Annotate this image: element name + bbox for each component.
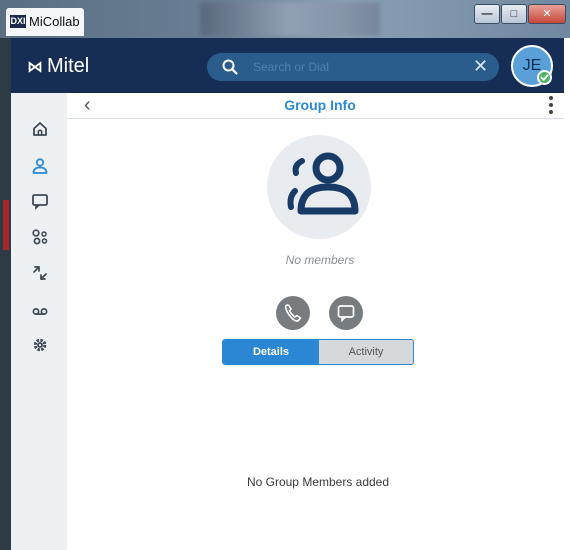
back-button[interactable]: ‹ (84, 94, 91, 117)
group-people-icon (287, 152, 359, 215)
groups-icon[interactable] (31, 228, 49, 246)
search-icon (222, 59, 238, 75)
voicemail-icon[interactable] (31, 302, 49, 320)
settings-icon[interactable] (31, 336, 49, 354)
app-header: ⋈ Mitel Search or Dial ✕ JE (11, 38, 564, 93)
message-group-button[interactable] (329, 296, 363, 330)
header-divider (67, 118, 564, 119)
clear-search-button[interactable]: ✕ (473, 56, 488, 77)
close-icon: ✕ (542, 8, 552, 20)
phone-icon (284, 304, 302, 322)
window-title-tab[interactable]: DXI MiCollab (6, 8, 84, 36)
close-window-button[interactable]: ✕ (528, 4, 566, 24)
search-bar[interactable]: Search or Dial ✕ (207, 53, 499, 81)
members-status: No members (285, 253, 355, 267)
chat-bubble-icon (337, 305, 355, 323)
maximize-icon: □ (510, 8, 518, 20)
tab-details[interactable]: Details (223, 340, 319, 364)
contacts-icon[interactable] (31, 157, 49, 175)
maximize-button[interactable]: □ (501, 4, 527, 24)
tab-activity[interactable]: Activity (319, 340, 413, 364)
mitel-logo-mark-icon: ⋈ (27, 59, 43, 76)
call-history-icon[interactable] (31, 264, 49, 282)
minimize-button[interactable]: — (474, 4, 500, 24)
search-input[interactable]: Search or Dial (253, 60, 329, 74)
empty-members-message: No Group Members added (246, 475, 390, 489)
more-options-icon[interactable] (548, 95, 554, 117)
page-title: Group Info (284, 97, 356, 113)
minimize-icon: — (481, 8, 493, 20)
window-titlebar: DXI MiCollab — □ ✕ (0, 0, 570, 38)
mitel-logo-text: Mitel (47, 55, 90, 77)
chat-icon[interactable] (31, 192, 49, 210)
window-edge (0, 38, 11, 550)
left-nav (11, 93, 67, 550)
micollab-app-icon: DXI (10, 15, 26, 28)
window-edge-accent (3, 200, 9, 250)
window-title: MiCollab (29, 14, 80, 29)
home-icon[interactable] (31, 120, 49, 138)
call-group-button[interactable] (276, 296, 310, 330)
background-window-blur (200, 2, 380, 36)
presence-available-icon (537, 70, 552, 85)
info-tabs: Details Activity (222, 339, 414, 365)
group-avatar (267, 135, 371, 239)
mitel-logo: ⋈ Mitel (27, 55, 89, 78)
